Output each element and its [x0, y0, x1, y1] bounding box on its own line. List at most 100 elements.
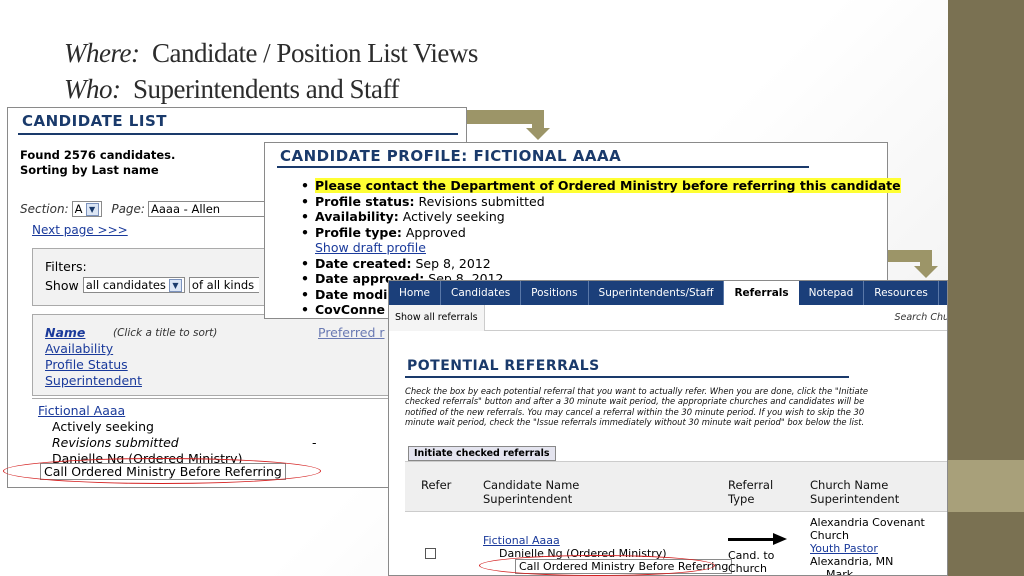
page-value: Aaaa - Allen — [150, 202, 221, 216]
header-church: Church Name Superintendent — [810, 478, 899, 506]
nav-candidates[interactable]: Candidates — [441, 281, 522, 305]
sort-name-link[interactable]: Name — [45, 325, 85, 340]
church-name-line2: Church — [810, 529, 849, 542]
candidate-filter-select[interactable]: all candidates ▼ — [82, 277, 185, 293]
main-nav: Home Candidates Positions Superintendent… — [389, 281, 947, 305]
notice-text: Please contact the Department of Ordered… — [315, 178, 901, 193]
connector-arrow-1-stem — [532, 110, 544, 130]
profile-title: CANDIDATE PROFILE: FICTIONAL AAAA — [280, 147, 622, 165]
sort-links: Availability Profile Status Superintende… — [45, 341, 142, 389]
row-church: Alexandria Covenant Church Youth Pastor … — [810, 516, 925, 576]
refer-checkbox[interactable] — [425, 548, 436, 559]
availability-label: Availability: — [315, 209, 399, 224]
church-city: Alexandria, MN — [810, 555, 894, 568]
nav-positions[interactable]: Positions — [521, 281, 589, 305]
sorting-label: Sorting by Last name — [20, 163, 159, 177]
header-type-line2: Type — [728, 492, 755, 506]
slide-accent-block — [948, 460, 1024, 512]
candidate-filter-value: all candidates — [85, 278, 166, 292]
header-church-superintendent: Superintendent — [810, 492, 900, 506]
filters-label: Filters: — [45, 259, 87, 274]
sort-availability-link[interactable]: Availability — [45, 341, 142, 357]
section-value: A — [74, 202, 83, 216]
sort-preferred-link[interactable]: Preferred r — [318, 325, 385, 340]
result-summary: Found 2576 candidates. Sorting by Last n… — [20, 148, 175, 178]
nav-home[interactable]: Home — [389, 281, 442, 305]
church-superintendent: Mark — [826, 568, 854, 576]
candidate-status: Revisions submitted — [52, 435, 179, 450]
referral-type-line2: Church — [728, 562, 767, 575]
header-candidate-name: Candidate Name — [483, 478, 580, 492]
availability-value: Actively seeking — [402, 209, 505, 224]
date-modified-label: Date modi — [315, 286, 388, 302]
date-created-label: Date created: — [315, 255, 412, 271]
candidate-list-title: CANDIDATE LIST — [22, 112, 167, 130]
section-select[interactable]: A ▼ — [71, 201, 102, 217]
highlight-ellipse — [3, 458, 321, 484]
next-page-link[interactable]: Next page >>> — [32, 223, 128, 237]
where-label: Where: — [64, 38, 140, 68]
referrals-table-header: Refer Candidate Name Superintendent Refe… — [405, 461, 947, 511]
profile-notice: Please contact the Department of Ordered… — [301, 178, 901, 194]
arrow-right-icon-head — [773, 533, 787, 545]
section-page-selector: Section: A ▼ Page: Aaaa - Allen — [20, 201, 298, 217]
kind-filter-select[interactable]: of all kinds — [188, 277, 259, 293]
slide-heading-where: Where: Candidate / Position List Views — [64, 38, 478, 69]
header-candidate-superintendent: Superintendent — [483, 492, 573, 506]
found-count: Found 2576 candidates. — [20, 148, 176, 162]
church-name-line1: Alexandria Covenant — [810, 516, 925, 529]
availability-item: Availability: Actively seeking — [301, 209, 901, 225]
where-text: Candidate / Position List Views — [151, 38, 478, 68]
section-label: Section: — [20, 202, 69, 216]
nav-notepad[interactable]: Notepad — [799, 281, 865, 305]
preferred-value: - — [312, 435, 317, 450]
profile-type-label: Profile type: — [315, 224, 402, 240]
header-church-name: Church Name — [810, 478, 889, 492]
header-refer: Refer — [421, 478, 452, 492]
profile-status-value: Revisions submitted — [418, 193, 545, 209]
kind-filter-value: of all kinds — [191, 278, 255, 292]
highlight-ellipse — [479, 555, 715, 576]
header-type-line1: Referral — [728, 478, 774, 492]
connector-arrow-1-head — [526, 128, 550, 140]
chevron-down-icon: ▼ — [85, 202, 99, 216]
who-text: Superintendents and Staff — [132, 74, 399, 104]
potential-referrals-title: POTENTIAL REFERRALS — [407, 358, 600, 374]
arrow-right-icon — [728, 538, 776, 541]
title-rule — [18, 133, 458, 135]
search-churches-label[interactable]: Search Chu — [894, 305, 947, 331]
connector-arrow-2-head — [914, 266, 938, 278]
candidate-name-link[interactable]: Fictional Aaaa — [38, 403, 125, 418]
profile-status-item: Profile status: Revisions submitted — [301, 194, 901, 210]
date-created-value: Sep 8, 2012 — [415, 255, 491, 271]
title-rule — [277, 166, 809, 168]
page-label: Page: — [111, 202, 145, 216]
header-candidate: Candidate Name Superintendent — [483, 478, 579, 506]
row-candidate-name-link[interactable]: Fictional Aaaa — [483, 534, 560, 547]
show-label: Show — [45, 277, 79, 293]
sub-nav: Show all referrals Search Chu — [389, 305, 947, 331]
nav-superintendents-staff[interactable]: Superintendents/Staff — [589, 281, 725, 305]
sort-superintendent-link[interactable]: Superintendent — [45, 373, 142, 389]
date-created-item: Date created: Sep 8, 2012 — [301, 256, 901, 272]
nav-resources[interactable]: Resources — [864, 281, 939, 305]
referral-instructions: Check the box by each potential referral… — [405, 386, 869, 427]
referrals-panel: Home Candidates Positions Superintendent… — [388, 280, 948, 576]
header-referral-type: Referral Type — [728, 478, 773, 506]
title-rule — [405, 376, 849, 378]
referral-type-line1: Cand. to — [728, 549, 775, 562]
show-all-referrals-tab[interactable]: Show all referrals — [389, 305, 485, 331]
church-position-link[interactable]: Youth Pastor — [810, 542, 925, 555]
profile-type-item: Profile type: Approved — [301, 225, 901, 241]
row-referral-type: Cand. to Church — [728, 549, 774, 575]
candidate-availability: Actively seeking — [52, 419, 154, 434]
show-draft-profile-link[interactable]: Show draft profile — [301, 240, 901, 256]
show-filter: Show all candidates ▼ of all kinds — [45, 277, 259, 293]
who-label: Who: — [64, 74, 121, 104]
nav-referrals[interactable]: Referrals — [724, 281, 799, 305]
initiate-referrals-button[interactable]: Initiate checked referrals — [408, 446, 556, 461]
sort-profile-status-link[interactable]: Profile Status — [45, 357, 142, 373]
sort-hint: (Click a title to sort) — [113, 327, 218, 339]
slide-heading-who: Who: Superintendents and Staff — [64, 74, 399, 105]
profile-type-value: Approved — [405, 224, 466, 240]
